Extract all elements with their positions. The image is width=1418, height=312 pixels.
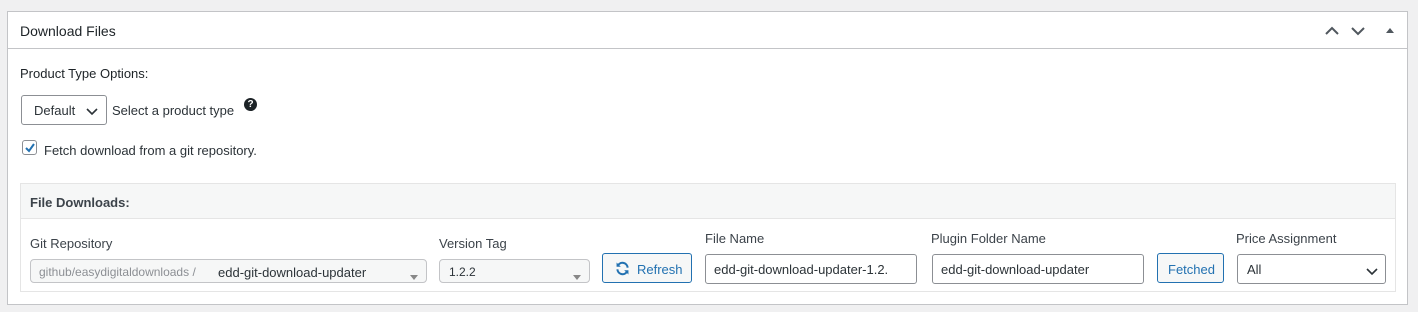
caret-down-icon — [410, 269, 418, 282]
file-name-label: File Name — [705, 231, 765, 246]
git-repository-select[interactable]: github/easydigitaldownloads / edd-git-do… — [30, 259, 427, 283]
chevron-down-icon[interactable] — [1348, 21, 1368, 41]
product-type-selected: Default — [34, 103, 76, 118]
file-name-input[interactable]: edd-git-download-updater-1.2. — [705, 254, 917, 284]
file-downloads-panel: File Downloads: Git Repository github/ea… — [20, 183, 1396, 292]
version-tag-label: Version Tag — [439, 236, 507, 251]
git-fetch-checkbox[interactable] — [22, 140, 37, 155]
price-assignment-value: All — [1247, 262, 1262, 277]
fetched-button[interactable]: Fetched — [1157, 253, 1224, 283]
checkmark-icon — [25, 143, 35, 153]
chevron-down-icon — [1366, 265, 1378, 280]
metabox-header: Download Files — [8, 12, 1407, 49]
version-tag-value: 1.2.2 — [449, 265, 476, 279]
chevron-up-icon[interactable] — [1322, 21, 1342, 41]
download-files-metabox: Download Files Product Type Options: Def… — [7, 11, 1408, 305]
plugin-folder-label: Plugin Folder Name — [931, 231, 1046, 246]
chevron-down-icon — [86, 105, 98, 120]
refresh-icon — [614, 260, 631, 280]
refresh-button-label: Refresh — [637, 262, 683, 277]
file-downloads-header: File Downloads: — [21, 184, 1395, 219]
plugin-folder-input[interactable]: edd-git-download-updater — [932, 254, 1144, 284]
metabox-title: Download Files — [20, 23, 116, 39]
refresh-button[interactable]: Refresh — [602, 253, 692, 283]
git-repository-label: Git Repository — [30, 236, 113, 251]
plugin-folder-value: edd-git-download-updater — [941, 262, 1090, 277]
product-type-label: Product Type Options: — [20, 66, 149, 81]
toggle-arrow-icon[interactable] — [1380, 21, 1400, 41]
caret-down-icon — [573, 269, 581, 282]
product-type-hint: Select a product type — [112, 103, 235, 118]
price-assignment-select[interactable]: All — [1237, 254, 1386, 284]
version-tag-select[interactable]: 1.2.2 — [439, 259, 590, 283]
git-fetch-label: Fetch download from a git repository. — [44, 143, 257, 158]
file-name-value: edd-git-download-updater-1.2. — [714, 262, 889, 277]
fetched-button-label: Fetched — [1168, 262, 1215, 277]
git-repository-prefix: github/easydigitaldownloads / — [39, 265, 196, 279]
file-downloads-title: File Downloads: — [30, 195, 130, 210]
price-assignment-label: Price Assignment — [1236, 231, 1337, 246]
help-icon[interactable]: ? — [244, 98, 257, 111]
git-repository-value: edd-git-download-updater — [218, 265, 367, 280]
product-type-select[interactable]: Default — [21, 95, 107, 125]
